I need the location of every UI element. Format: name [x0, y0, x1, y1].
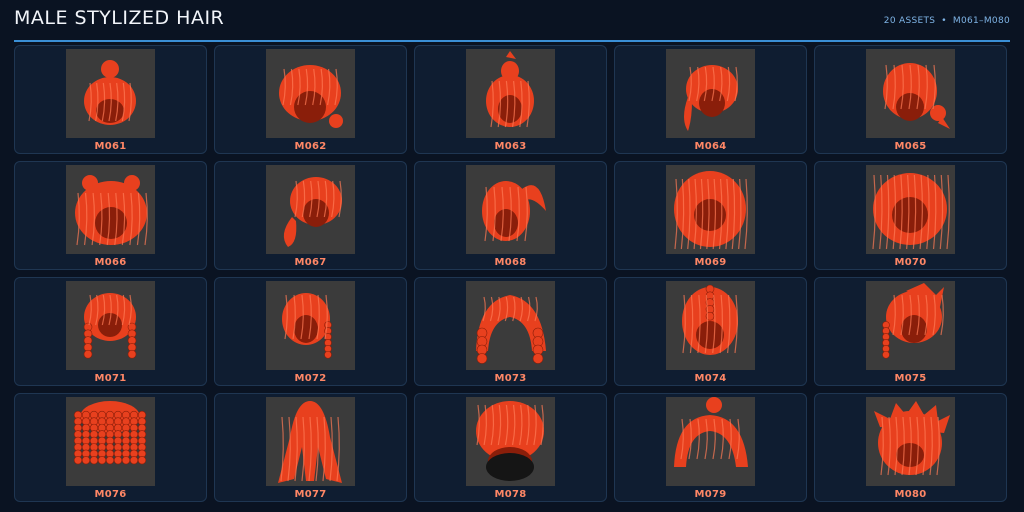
swept-hair-low-bun-icon	[266, 49, 355, 138]
asset-grid: M061 M062 M063 M064 M065 M066 M067 M068 M069 M070…	[14, 45, 1010, 502]
asset-card[interactable]: M061	[14, 45, 207, 154]
asset-thumbnail	[66, 281, 155, 370]
double-bun-hair-icon	[66, 165, 155, 254]
side-ponytail-hair-icon	[266, 165, 355, 254]
asset-code-label: M066	[94, 257, 127, 268]
asset-count: 20 ASSETS	[883, 16, 936, 26]
long-straight-hair-icon	[266, 397, 355, 486]
asset-code-label: M061	[94, 141, 127, 152]
asset-code-label: M063	[494, 141, 527, 152]
asset-range: M061–M080	[952, 16, 1010, 26]
asset-thumbnail	[266, 165, 355, 254]
asset-card[interactable]: M078	[414, 393, 607, 502]
asset-card[interactable]: M073	[414, 277, 607, 386]
asset-code-label: M062	[294, 141, 327, 152]
asset-card[interactable]: M064	[614, 45, 807, 154]
asset-thumbnail	[66, 397, 155, 486]
asset-code-label: M078	[494, 489, 527, 500]
asset-card[interactable]: M070	[814, 161, 1007, 270]
spiky-topknot-hair-icon	[466, 49, 555, 138]
asset-thumbnail	[66, 165, 155, 254]
asset-card[interactable]: M077	[214, 393, 407, 502]
asset-card[interactable]: M074	[614, 277, 807, 386]
page-header: MALE STYLIZED HAIR 20 ASSETS • M061–M080	[14, 0, 1010, 42]
asset-thumbnail	[266, 49, 355, 138]
shaggy-layered-hair-icon	[866, 165, 955, 254]
asset-code-label: M073	[494, 373, 527, 384]
asset-summary: 20 ASSETS • M061–M080	[884, 16, 1010, 26]
asset-code-label: M072	[294, 373, 327, 384]
asset-code-label: M074	[694, 373, 727, 384]
asset-thumbnail	[666, 165, 755, 254]
cornrow-braids-hair-icon	[466, 281, 555, 370]
spiky-textured-hair-icon	[866, 397, 955, 486]
asset-card[interactable]: M066	[14, 161, 207, 270]
asset-card[interactable]: M063	[414, 45, 607, 154]
asset-card[interactable]: M065	[814, 45, 1007, 154]
asset-thumbnail	[466, 165, 555, 254]
asset-code-label: M065	[894, 141, 927, 152]
twisted-locs-hair-icon	[66, 397, 155, 486]
asset-thumbnail	[866, 397, 955, 486]
top-bun-hair-icon	[66, 49, 155, 138]
asset-code-label: M080	[894, 489, 927, 500]
windswept-ponytail-hair-icon	[666, 49, 755, 138]
asset-code-label: M071	[94, 373, 127, 384]
asset-thumbnail	[466, 397, 555, 486]
asset-code-label: M077	[294, 489, 327, 500]
asset-card[interactable]: M071	[14, 277, 207, 386]
asset-code-label: M079	[694, 489, 727, 500]
asset-thumbnail	[66, 49, 155, 138]
page-title: MALE STYLIZED HAIR	[14, 7, 225, 29]
asset-thumbnail	[666, 281, 755, 370]
messy-hair-side-bun-icon	[866, 49, 955, 138]
braided-crown-hair-icon	[666, 281, 755, 370]
asset-card[interactable]: M072	[214, 277, 407, 386]
asset-code-label: M070	[894, 257, 927, 268]
asset-card[interactable]: M076	[14, 393, 207, 502]
single-braid-hair-icon	[266, 281, 355, 370]
asset-card[interactable]: M062	[214, 45, 407, 154]
asset-code-label: M069	[694, 257, 727, 268]
asset-code-label: M075	[894, 373, 927, 384]
asset-thumbnail	[266, 397, 355, 486]
asset-thumbnail	[666, 49, 755, 138]
asset-card[interactable]: M069	[614, 161, 807, 270]
asset-thumbnail	[666, 397, 755, 486]
asset-thumbnail	[866, 165, 955, 254]
asset-card[interactable]: M067	[214, 161, 407, 270]
spiky-side-braid-hair-icon	[866, 281, 955, 370]
asset-thumbnail	[866, 281, 955, 370]
asset-code-label: M068	[494, 257, 527, 268]
asset-thumbnail	[866, 49, 955, 138]
voluminous-curly-hair-icon	[466, 397, 555, 486]
asset-card[interactable]: M080	[814, 393, 1007, 502]
braided-sides-hair-icon	[66, 281, 155, 370]
asset-thumbnail	[266, 281, 355, 370]
asset-code-label: M064	[694, 141, 727, 152]
asset-card[interactable]: M079	[614, 393, 807, 502]
middle-part-bun-hair-icon	[666, 397, 755, 486]
asset-card[interactable]: M068	[414, 161, 607, 270]
asset-code-label: M076	[94, 489, 127, 500]
high-ponytail-hair-icon	[466, 165, 555, 254]
asset-thumbnail	[466, 49, 555, 138]
asset-card[interactable]: M075	[814, 277, 1007, 386]
separator-dot: •	[941, 16, 947, 26]
asset-thumbnail	[466, 281, 555, 370]
wavy-long-hair-icon	[666, 165, 755, 254]
asset-code-label: M067	[294, 257, 327, 268]
